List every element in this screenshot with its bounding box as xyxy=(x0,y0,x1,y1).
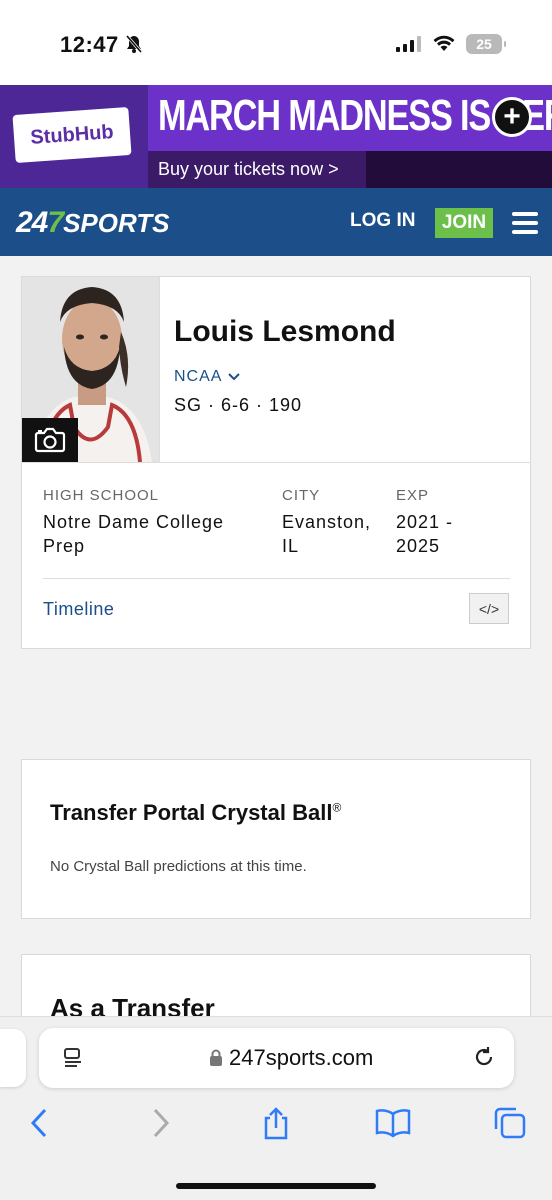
registered-mark: ® xyxy=(332,800,342,815)
city-value: Evanston, IL xyxy=(282,512,372,556)
brand-word: SPORTS xyxy=(63,208,170,238)
battery-icon: 25 xyxy=(466,34,506,54)
high-school-value: Notre Dame College Prep xyxy=(43,512,225,556)
player-measurements: SG · 6-6 · 190 xyxy=(174,395,303,415)
divider xyxy=(22,462,530,463)
hamburger-menu-icon[interactable] xyxy=(512,212,538,234)
previous-tab-preview[interactable] xyxy=(0,1029,26,1087)
login-link[interactable]: LOG IN xyxy=(350,210,415,232)
crystal-ball-title: Transfer Portal Crystal Ball® xyxy=(50,800,341,826)
league-label: NCAA xyxy=(174,368,223,385)
league-dropdown[interactable]: NCAA xyxy=(174,368,241,386)
share-icon[interactable] xyxy=(260,1106,292,1147)
timeline-link[interactable]: Timeline xyxy=(43,599,114,620)
forward-icon[interactable] xyxy=(148,1106,172,1145)
stubhub-logo: StubHub xyxy=(12,107,132,163)
status-bar: 12:47 25 xyxy=(0,0,552,85)
247sports-logo[interactable]: 247SPORTS xyxy=(16,206,170,240)
join-button[interactable]: JOIN xyxy=(435,208,493,238)
divider xyxy=(43,578,510,579)
player-photo[interactable] xyxy=(22,277,160,462)
reload-icon[interactable] xyxy=(471,1044,497,1075)
signal-icon xyxy=(396,36,422,57)
ad-banner[interactable]: StubHub MARCH MADNESS IS HERE Buy your t… xyxy=(0,85,552,188)
brand-number: 24 xyxy=(16,206,48,239)
city-label: CITY xyxy=(282,487,321,504)
exp-value: 2021 - 2025 xyxy=(396,512,454,556)
page-menu-icon[interactable] xyxy=(61,1046,85,1075)
crystal-ball-title-text: Transfer Portal Crystal Ball xyxy=(50,800,333,825)
ad-cta[interactable]: Buy your tickets now > xyxy=(148,151,366,188)
bell-slash-icon xyxy=(124,34,144,59)
status-time: 12:47 xyxy=(60,32,119,57)
camera-icon[interactable] xyxy=(22,418,78,462)
url-text: 247sports.com xyxy=(229,1045,374,1070)
brand-seven: 7 xyxy=(47,206,64,239)
exp-label: EXP xyxy=(396,487,430,504)
crystal-ball-message: No Crystal Ball predictions at this time… xyxy=(50,858,307,875)
crystal-ball-card: Transfer Portal Crystal Ball® No Crystal… xyxy=(21,759,531,919)
player-profile-card: Louis Lesmond NCAA SG · 6-6 · 190 HIGH S… xyxy=(21,276,531,649)
bookmarks-icon[interactable] xyxy=(374,1106,412,1145)
embed-code-button[interactable]: </> xyxy=(469,593,509,624)
url-display[interactable]: 247sports.com xyxy=(209,1045,373,1071)
site-header: 247SPORTS LOG IN JOIN xyxy=(0,188,552,256)
ad-expand-plus-icon[interactable]: + xyxy=(492,97,532,137)
page: 12:47 25 StubHub MARCH MADNESS IS HERE B… xyxy=(0,0,552,1200)
wifi-icon xyxy=(432,34,456,57)
back-icon[interactable] xyxy=(28,1106,52,1145)
high-school-label: HIGH SCHOOL xyxy=(43,487,160,504)
home-indicator xyxy=(176,1183,376,1189)
tabs-icon[interactable] xyxy=(492,1106,528,1145)
player-name: Louis Lesmond xyxy=(174,315,396,348)
chevron-down-icon xyxy=(228,373,241,381)
address-bar[interactable]: 247sports.com xyxy=(39,1028,514,1088)
lock-icon xyxy=(210,1049,222,1066)
